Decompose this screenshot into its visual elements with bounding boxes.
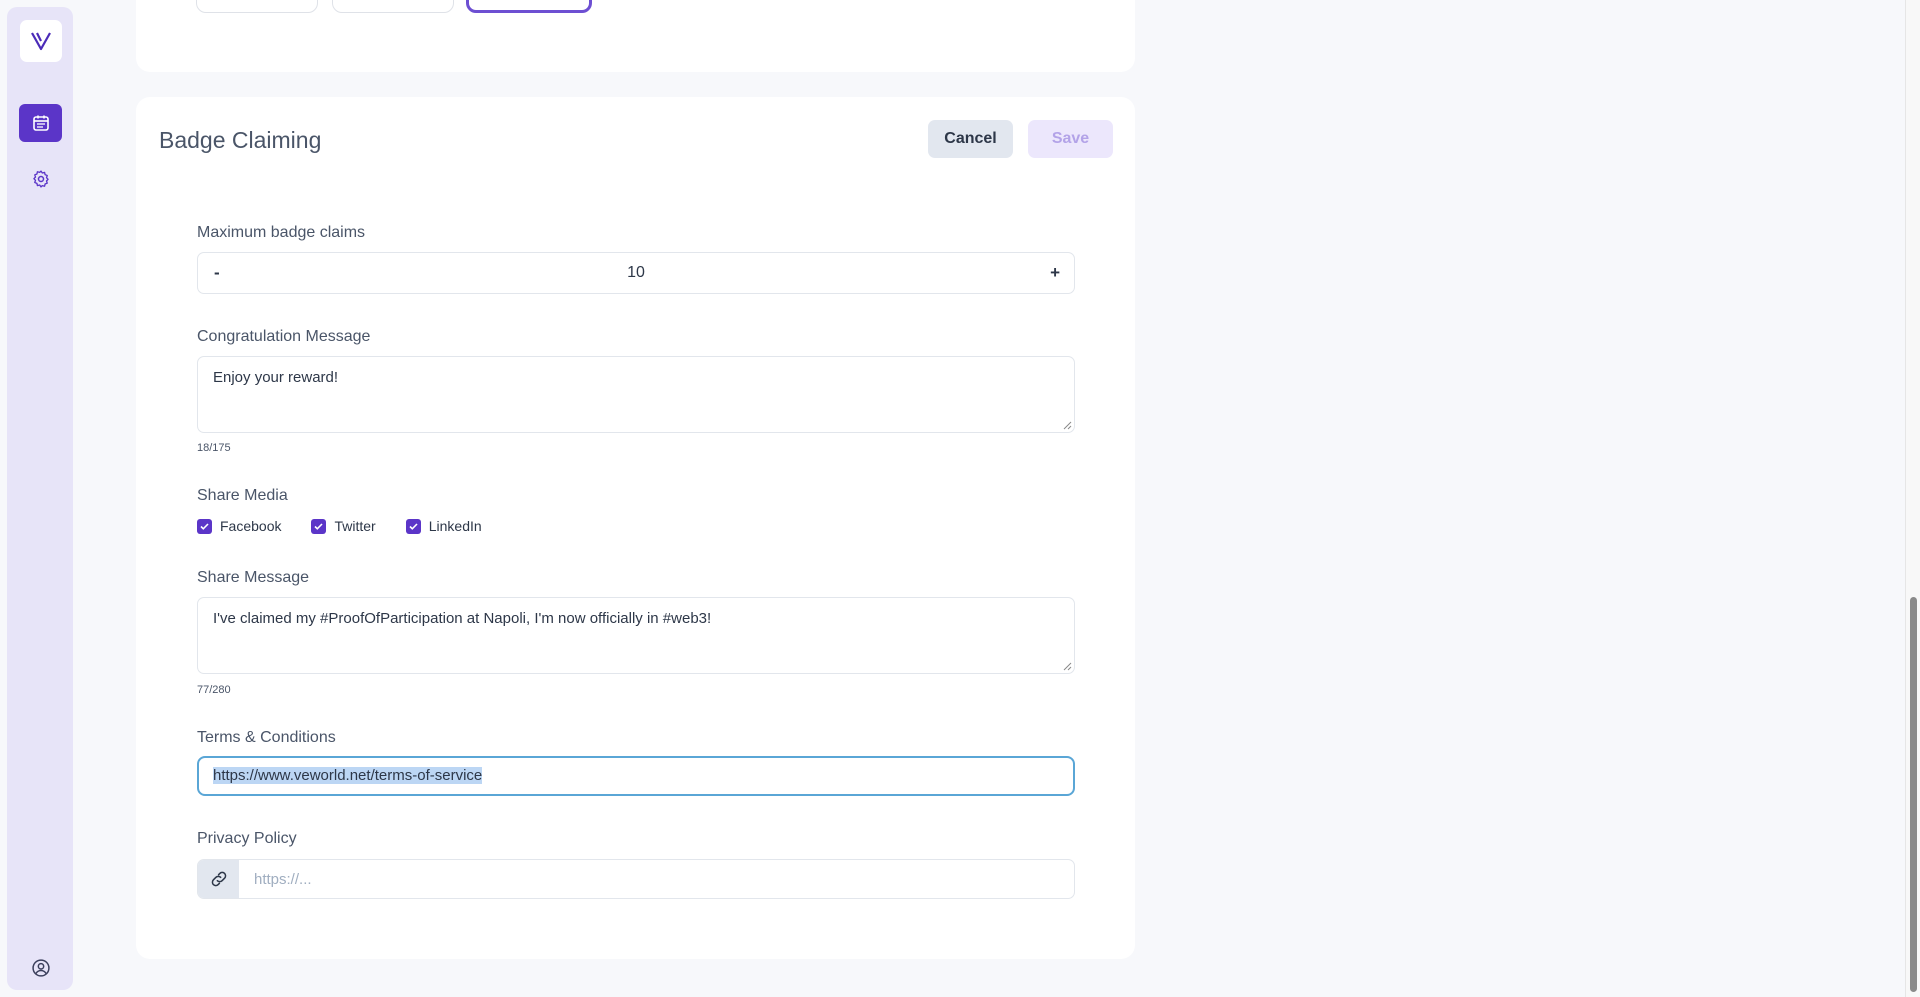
checkmark-icon: [405, 518, 421, 534]
linkedin-checkbox[interactable]: LinkedIn: [405, 518, 482, 534]
max-claims-value[interactable]: 10: [198, 264, 1074, 282]
congrats-label: Congratulation Message: [197, 328, 371, 345]
veworld-v-logo-icon[interactable]: [20, 20, 62, 62]
terms-value: https://www.veworld.net/terms-of-service: [213, 767, 483, 784]
share-media-options: Facebook Twitter LinkedIn: [197, 518, 512, 534]
resize-handle-icon[interactable]: [1063, 662, 1072, 671]
privacy-label: Privacy Policy: [197, 830, 297, 847]
facebook-checkbox[interactable]: Facebook: [197, 518, 281, 534]
sidebar-item-events[interactable]: [19, 104, 62, 142]
link-icon: [198, 860, 239, 898]
scrollbar-thumb[interactable]: [1910, 597, 1917, 992]
privacy-input[interactable]: https://...: [254, 871, 312, 888]
terms-input[interactable]: https://www.veworld.net/terms-of-service: [197, 756, 1075, 796]
congrats-textarea[interactable]: Enjoy your reward!: [197, 356, 1075, 433]
share-message-text: I've claimed my #ProofOfParticipation at…: [213, 610, 712, 627]
calendar-icon: [32, 115, 49, 131]
cancel-button[interactable]: Cancel: [928, 120, 1013, 158]
page-scrollbar[interactable]: [1905, 0, 1920, 997]
option-chip-selected[interactable]: [466, 0, 592, 13]
linkedin-label: LinkedIn: [428, 518, 482, 534]
congrats-text: Enjoy your reward!: [213, 369, 339, 386]
sidebar: [7, 7, 73, 990]
terms-label: Terms & Conditions: [197, 729, 336, 746]
option-chip[interactable]: [196, 0, 318, 13]
checkmark-icon: [311, 518, 327, 534]
share-message-textarea[interactable]: I've claimed my #ProofOfParticipation at…: [197, 597, 1075, 674]
resize-handle-icon[interactable]: [1063, 421, 1072, 430]
privacy-input-group: https://...: [197, 859, 1075, 899]
option-chip[interactable]: [332, 0, 454, 13]
card-title: Badge Claiming: [159, 127, 322, 153]
save-button[interactable]: Save: [1028, 120, 1113, 158]
badge-claiming-card: Badge Claiming Cancel Save Maximum badge…: [136, 97, 1135, 959]
gear-icon: [32, 170, 49, 188]
max-claims-stepper: - 10 +: [197, 252, 1075, 294]
account-button[interactable]: [19, 949, 62, 987]
max-claims-label: Maximum badge claims: [197, 224, 366, 241]
facebook-label: Facebook: [220, 518, 282, 534]
congrats-counter: 18/175: [197, 442, 231, 454]
user-circle-icon: [31, 959, 50, 977]
twitter-label: Twitter: [334, 518, 376, 534]
share-message-label: Share Message: [197, 569, 310, 586]
checkmark-icon: [197, 518, 212, 534]
twitter-checkbox[interactable]: Twitter: [311, 518, 376, 534]
increment-button[interactable]: +: [1050, 263, 1060, 283]
share-message-counter: 77/280: [197, 684, 231, 696]
sidebar-item-settings[interactable]: [19, 160, 62, 198]
previous-section-card: [136, 0, 1135, 72]
share-media-label: Share Media: [197, 487, 288, 504]
